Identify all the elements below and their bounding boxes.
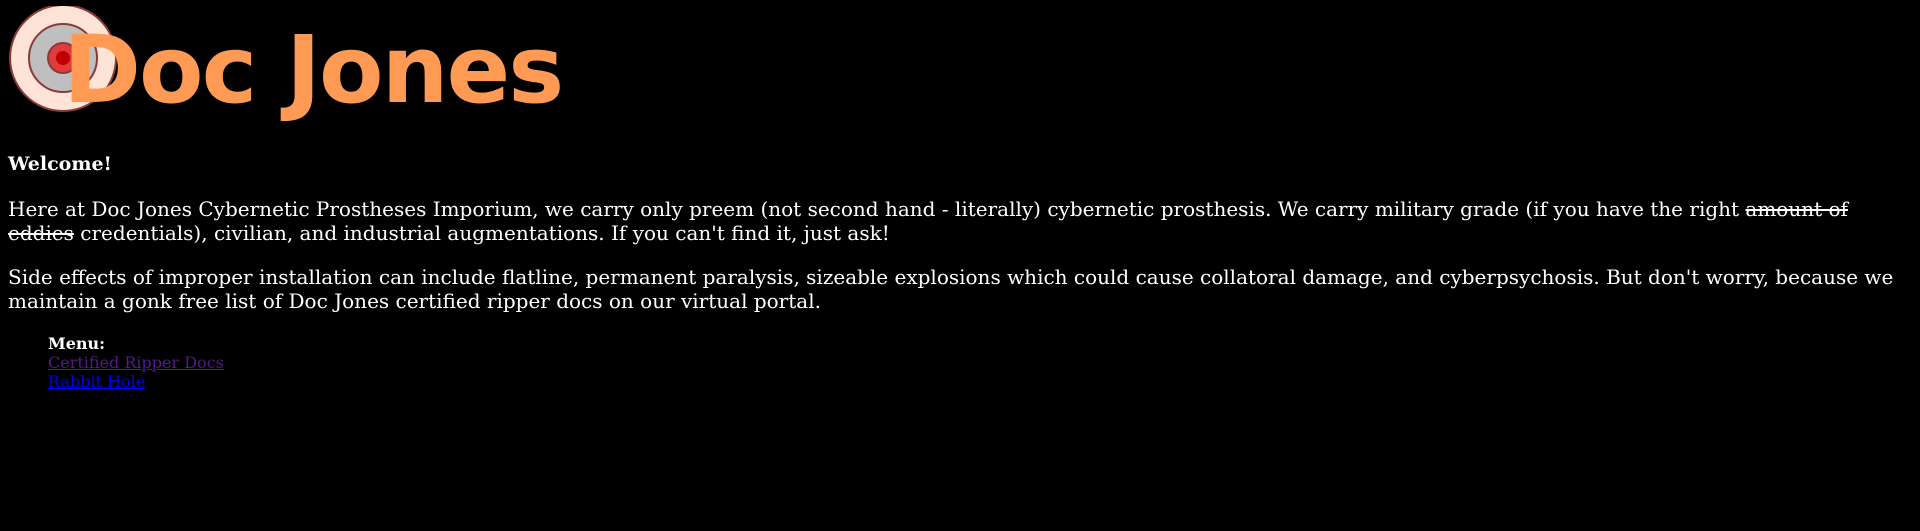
site-logo: Doc Jones	[8, 0, 564, 140]
intro-text-start: Here at Doc Jones Cybernetic Prostheses …	[8, 196, 1746, 221]
logo-text: Doc Jones	[63, 16, 564, 125]
menu-title: Menu:	[48, 333, 106, 353]
menu-link-certified-ripper-docs[interactable]: Certified Ripper Docs	[48, 353, 1912, 372]
welcome-heading: Welcome!	[8, 153, 112, 175]
page: Doc Jones Welcome! Here at Doc Jones Cyb…	[0, 0, 1920, 391]
side-effects-paragraph: Side effects of improper installation ca…	[8, 264, 1894, 313]
menu-link-rabbit-hole[interactable]: Rabbit Hole	[48, 372, 1912, 391]
menu: Menu: Certified Ripper Docs Rabbit Hole	[48, 334, 1912, 391]
intro-text-end: credentials), civilian, and industrial a…	[73, 220, 890, 245]
intro-paragraph: Here at Doc Jones Cybernetic Prostheses …	[8, 197, 1912, 245]
